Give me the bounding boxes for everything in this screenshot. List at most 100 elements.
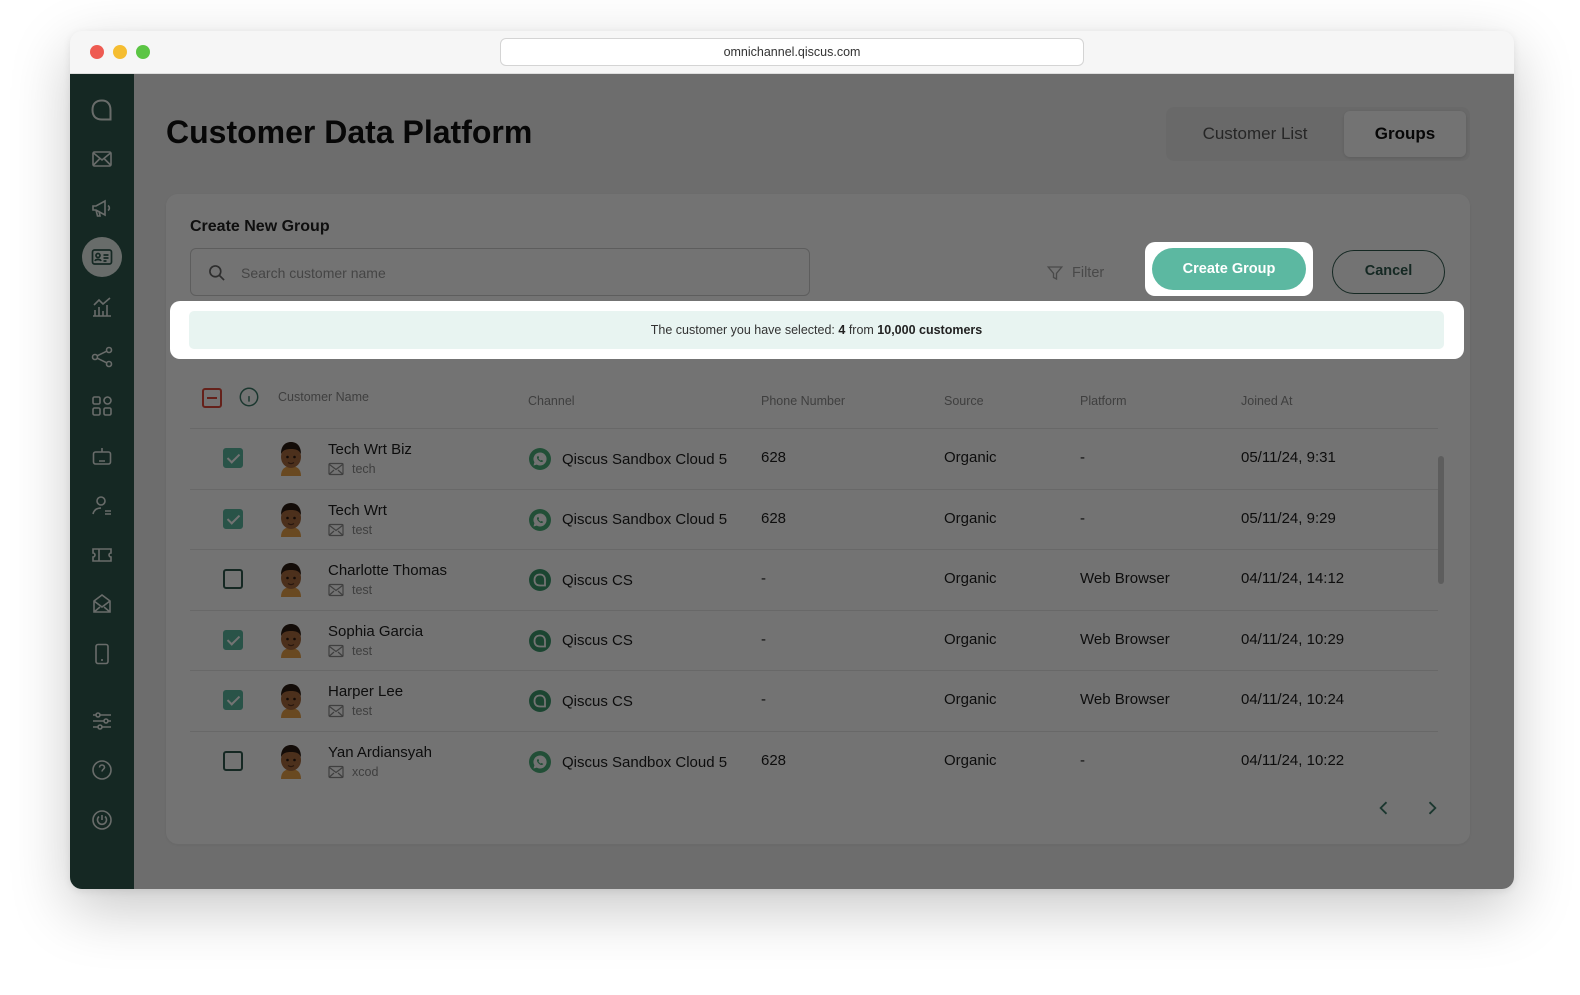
sidebar-item-settings[interactable]	[82, 701, 122, 741]
filter-button[interactable]: Filter	[1046, 261, 1104, 285]
ticket-icon	[92, 548, 112, 562]
channel-cell: Qiscus CS	[528, 689, 633, 713]
customer-name[interactable]: Tech Wrt Biz	[328, 441, 412, 458]
avatar	[274, 680, 308, 720]
platform: Web Browser	[1080, 630, 1170, 648]
info-icon[interactable]	[238, 386, 260, 408]
phone-number: 628	[761, 509, 787, 527]
customer-email: test	[328, 703, 372, 719]
selection-notice: The customer you have selected: 4 from 1…	[189, 311, 1444, 349]
row-checkbox[interactable]	[223, 629, 243, 650]
select-all-checkbox[interactable]	[202, 388, 222, 408]
create-group-spotlight: Create Group	[1145, 242, 1313, 296]
title-bar: omnichannel.qiscus.com	[70, 31, 1514, 74]
filter-icon	[1046, 266, 1064, 281]
table-scrollbar[interactable]	[1438, 456, 1444, 584]
row-checkbox[interactable]	[223, 569, 243, 590]
sidebar-item-analytics[interactable]	[82, 287, 122, 327]
email-text: test	[352, 583, 373, 598]
table-row[interactable]: Tech Wrt test Qiscus Sandbox Cloud 5 628 Org…	[190, 488, 1438, 549]
filter-label: Filter	[1072, 265, 1105, 281]
customer-name[interactable]: Harper Lee	[328, 683, 403, 700]
sidebar-item-inbox[interactable]	[82, 584, 122, 624]
table-row[interactable]: Charlotte Thomas test Qiscus CS - Organic Web…	[190, 549, 1438, 609]
email-text: tech	[352, 462, 376, 476]
table-row[interactable]: Tech Wrt Biz tech Qiscus Sandbox Cloud 5 62…	[190, 428, 1438, 488]
customer-name[interactable]: Tech Wrt	[328, 502, 387, 519]
sidebar-item-agents[interactable]	[82, 485, 122, 525]
sidebar-item-mobile[interactable]	[82, 634, 122, 674]
chevron-left-icon[interactable]	[1374, 798, 1394, 818]
phone-number: 628	[761, 449, 787, 466]
create-group-button[interactable]: Create Group	[1152, 248, 1306, 290]
row-checkbox[interactable]	[223, 690, 243, 711]
search-input[interactable]	[241, 261, 791, 285]
joined-at: 04/11/24, 14:12	[1241, 570, 1345, 588]
sidebar-item-help[interactable]	[82, 750, 122, 790]
row-checkbox[interactable]	[223, 448, 243, 468]
qiscus-icon	[528, 629, 552, 653]
sidebar-item-tickets[interactable]	[82, 535, 122, 575]
close-window-button[interactable]	[90, 45, 104, 59]
analytics-icon	[93, 297, 111, 317]
sidebar-item-broadcast[interactable]	[82, 188, 122, 228]
chevron-right-icon[interactable]	[1422, 798, 1442, 818]
mail-icon	[328, 462, 344, 476]
phone-number: -	[761, 570, 766, 588]
selected-count: 4	[838, 323, 846, 337]
maximize-window-button[interactable]	[136, 45, 150, 59]
email-text: test	[352, 522, 373, 537]
table-row[interactable]: Sophia Garcia test Qiscus CS - Organic Web Br…	[190, 609, 1438, 670]
search-box	[190, 248, 810, 296]
sidebar	[70, 74, 134, 889]
qiscus-icon	[528, 689, 552, 713]
settings-sliders-icon	[93, 712, 111, 730]
sidebar-item-integrations[interactable]	[82, 337, 122, 377]
sidebar-item-apps[interactable]	[82, 386, 122, 426]
sidebar-item-logout[interactable]	[82, 800, 122, 840]
address-bar[interactable]: omnichannel.qiscus.com	[500, 38, 1084, 66]
joined-at: 04/11/24, 10:24	[1241, 691, 1345, 709]
browser-window: omnichannel.qiscus.com Customer Data Pla…	[70, 31, 1514, 889]
sidebar-item-bot[interactable]	[82, 436, 122, 476]
robot-icon	[92, 448, 112, 465]
power-icon	[92, 810, 112, 830]
channel-name: Qiscus Sandbox Cloud 5	[562, 753, 728, 771]
tab-groups[interactable]: Groups	[1344, 111, 1466, 157]
platform: -	[1080, 449, 1085, 466]
channel-cell: Qiscus Sandbox Cloud 5	[528, 508, 727, 532]
mobile-icon	[95, 643, 109, 665]
cancel-button[interactable]: Cancel	[1332, 250, 1445, 294]
source: Organic	[944, 691, 997, 709]
customer-name[interactable]: Charlotte Thomas	[328, 562, 447, 579]
page-title: Customer Data Platform	[166, 114, 533, 150]
email-text: xcod	[352, 765, 379, 779]
sidebar-item-customer-data[interactable]	[82, 237, 122, 277]
table-row[interactable]: Harper Lee test Qiscus CS - Organic Web Brows…	[190, 670, 1438, 730]
customer-name[interactable]: Sophia Garcia	[328, 623, 423, 640]
sidebar-item-email[interactable]	[82, 139, 122, 179]
email-text: test	[352, 704, 373, 719]
column-header-phone-number: Phone Number	[761, 394, 846, 408]
row-checkbox[interactable]	[223, 751, 243, 771]
column-header-platform: Platform	[1080, 394, 1127, 408]
customer-email: xcod	[328, 764, 378, 780]
platform: Web Browser	[1080, 570, 1170, 588]
channel-cell: Qiscus CS	[528, 629, 633, 653]
column-header-joined-at: Joined At	[1241, 394, 1293, 408]
mail-icon	[328, 644, 344, 658]
tab-customer-list[interactable]: Customer List	[1170, 111, 1340, 157]
customer-name[interactable]: Yan Ardiansyah	[328, 744, 432, 761]
column-header-channel: Channel	[528, 394, 575, 408]
phone-number: -	[761, 691, 766, 709]
sidebar-item-chat[interactable]	[82, 90, 122, 130]
help-icon	[92, 760, 112, 780]
row-checkbox[interactable]	[223, 508, 243, 529]
minimize-window-button[interactable]	[113, 45, 127, 59]
table-row[interactable]: Yan Ardiansyah xcod Qiscus Sandbox Cloud 5…	[190, 731, 1438, 791]
platform: Web Browser	[1080, 691, 1170, 709]
platform: -	[1080, 509, 1085, 527]
source: Organic	[944, 630, 997, 648]
mail-icon	[328, 765, 344, 779]
megaphone-icon	[92, 199, 111, 217]
